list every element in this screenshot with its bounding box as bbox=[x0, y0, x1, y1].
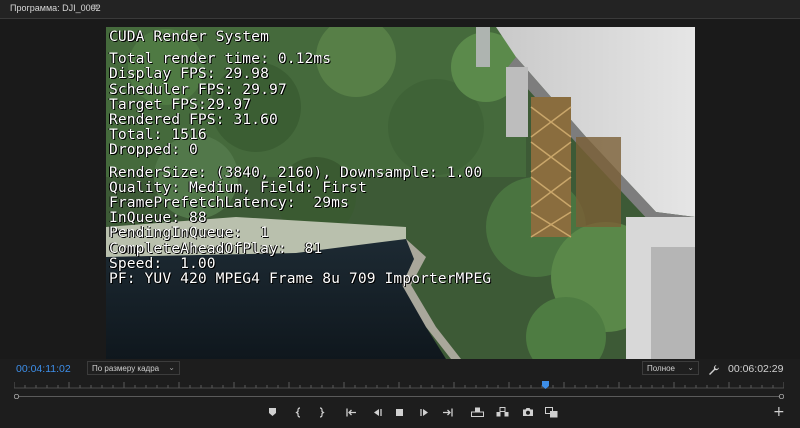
stat-line: Target FPS:29.97 bbox=[109, 95, 252, 113]
render-stats-overlay: CUDA Render System Total render time: 0.1… bbox=[109, 29, 491, 286]
detail-line: PF: YUV 420 MPEG4 Frame 8u 709 ImporterM… bbox=[109, 270, 492, 288]
stat-line: Total: 1516 bbox=[109, 126, 207, 144]
detail-line: Speed: 1.00 bbox=[109, 254, 216, 272]
fit-select[interactable]: По размеру кадра ⌄ bbox=[87, 361, 180, 375]
stop-icon[interactable] bbox=[393, 406, 406, 418]
chevron-down-icon: ⌄ bbox=[168, 363, 175, 372]
go-to-out-icon[interactable] bbox=[441, 406, 454, 418]
step-forward-icon[interactable] bbox=[418, 406, 431, 418]
detail-line: PendingInQueue: 1 bbox=[109, 224, 269, 242]
playhead[interactable] bbox=[541, 381, 549, 389]
current-timecode[interactable]: 00:04:11:02 bbox=[16, 363, 71, 375]
compare-view-icon[interactable] bbox=[545, 406, 558, 418]
lift-icon[interactable] bbox=[471, 406, 484, 418]
detail-line: FramePrefetchLatency: 29ms bbox=[109, 194, 349, 212]
chevron-down-icon: ⌄ bbox=[687, 363, 694, 372]
wrench-icon[interactable] bbox=[708, 361, 720, 375]
step-back-icon[interactable] bbox=[370, 406, 383, 418]
mark-in-icon[interactable] bbox=[292, 406, 305, 418]
detail-line: RenderSize: (3840, 2160), Downsample: 1.… bbox=[109, 163, 483, 181]
zoom-scrollbar[interactable] bbox=[14, 394, 784, 399]
overlay-header: CUDA Render System bbox=[109, 28, 269, 45]
panel-header: Программа: DJI_0002 ≡ bbox=[0, 0, 800, 19]
stat-line: Display FPS: 29.98 bbox=[109, 65, 269, 83]
export-frame-icon[interactable] bbox=[521, 406, 534, 418]
stat-line: Scheduler FPS: 29.97 bbox=[109, 80, 287, 98]
detail-line: Quality: Medium, Field: First bbox=[109, 178, 367, 196]
video-frame: CUDA Render System Total render time: 0.1… bbox=[106, 27, 695, 359]
stat-line: Dropped: 0 bbox=[109, 141, 198, 159]
time-ruler[interactable] bbox=[14, 379, 784, 389]
stat-line: Total render time: 0.12ms bbox=[109, 50, 332, 68]
add-button-icon[interactable]: + bbox=[773, 405, 785, 419]
go-to-in-icon[interactable] bbox=[345, 406, 358, 418]
mark-out-icon[interactable] bbox=[314, 406, 327, 418]
detail-line: InQueue: 88 bbox=[109, 209, 207, 227]
panel-title: Программа: DJI_0002 bbox=[10, 3, 101, 13]
detail-line: CompleteAheadOfPlay: 81 bbox=[109, 239, 323, 257]
fit-select-value: По размеру кадра bbox=[92, 364, 160, 373]
duration-timecode: 00:06:02:29 bbox=[728, 363, 784, 375]
hamburger-menu-icon[interactable]: ≡ bbox=[91, 2, 99, 13]
stat-line: Rendered FPS: 31.60 bbox=[109, 111, 278, 129]
add-marker-icon[interactable] bbox=[266, 406, 279, 418]
quality-select[interactable]: Полное ⌄ bbox=[642, 361, 699, 375]
quality-select-value: Полное bbox=[647, 364, 676, 373]
extract-icon[interactable] bbox=[496, 406, 509, 418]
